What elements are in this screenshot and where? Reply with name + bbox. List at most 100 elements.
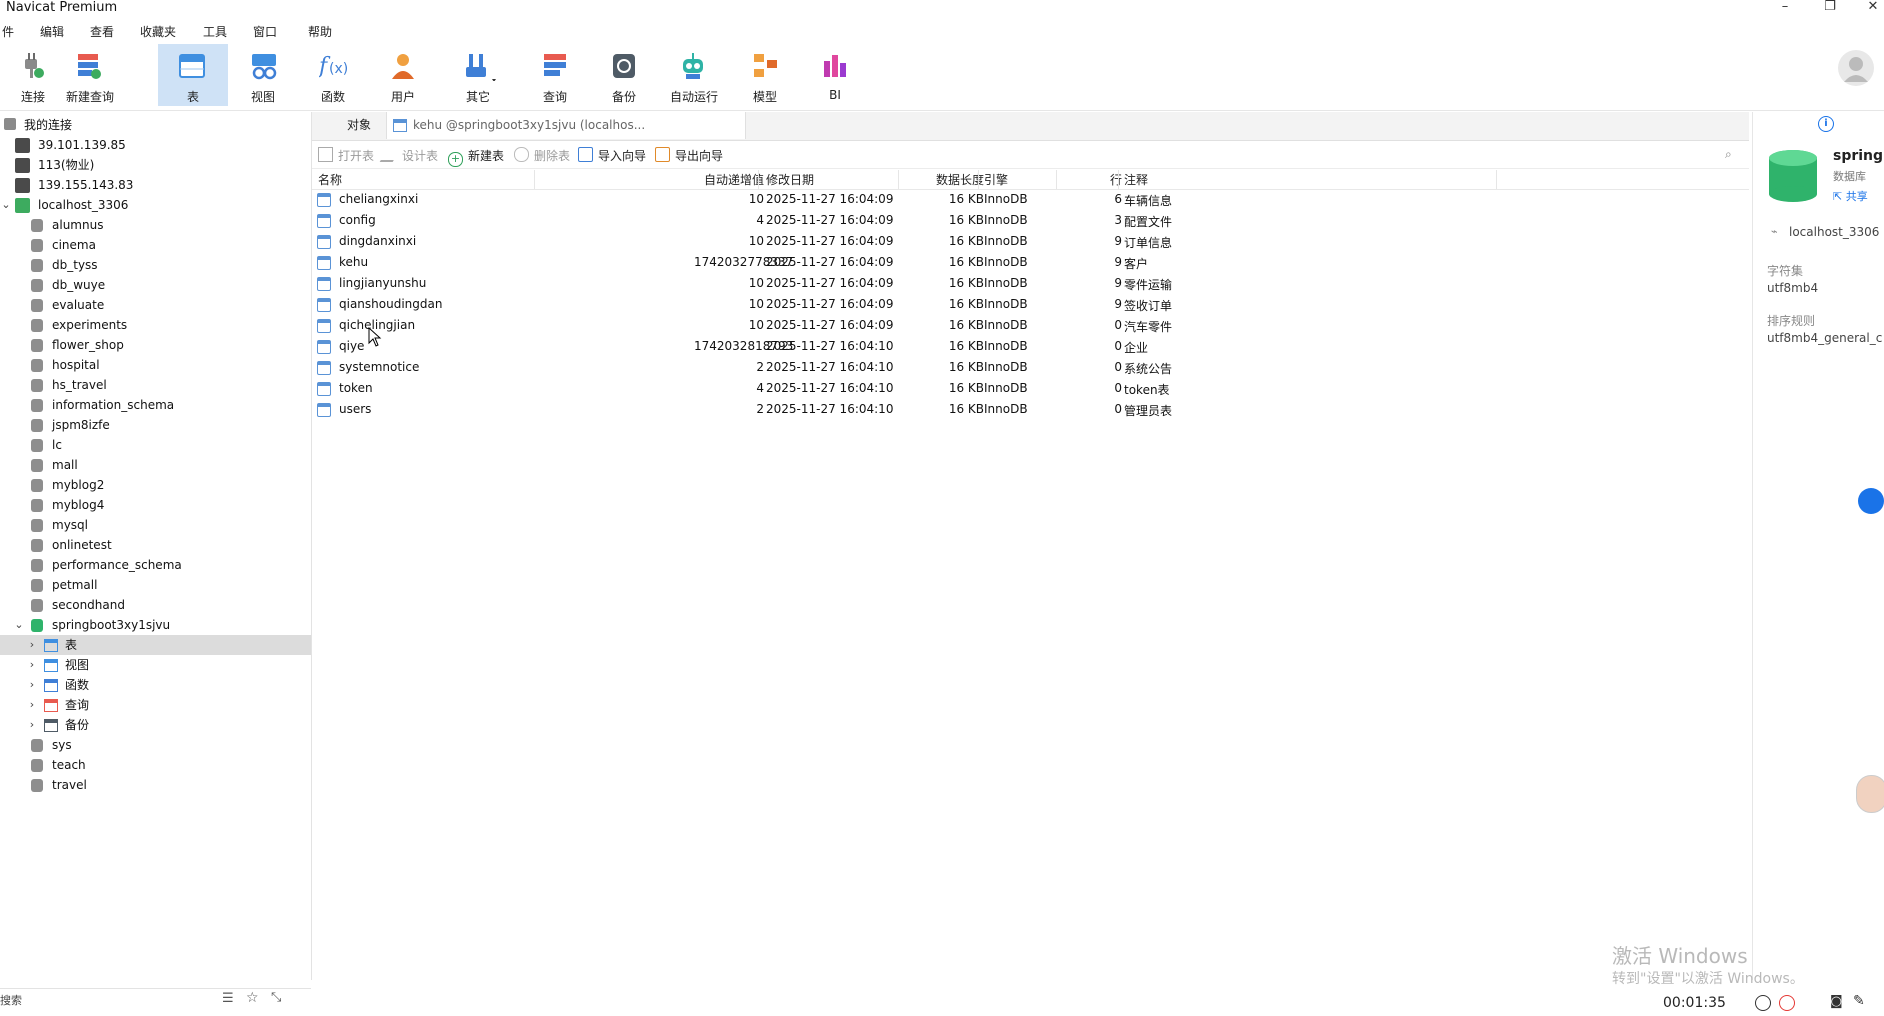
tree-database[interactable]: mysql [0,515,311,535]
tree-database[interactable]: secondhand [0,595,311,615]
toolbar-function-button[interactable]: f (x) 函数 [300,44,366,106]
toolbar-query-button[interactable]: 查询 [522,44,588,106]
info-icon[interactable]: i [1818,116,1834,132]
tree-database[interactable]: myblog4 [0,495,311,515]
col-comment[interactable]: 注释 [1124,171,1148,188]
chevron-right-icon[interactable]: › [26,655,38,675]
tree-connection[interactable]: 113(物业) [0,155,311,175]
menu-edit[interactable]: 编辑 [40,23,64,40]
tree-database[interactable]: hs_travel [0,375,311,395]
tab-kehu-table[interactable]: kehu @springboot3xy1sjvu (localhos... [386,112,746,139]
col-name[interactable]: 名称 [318,171,342,188]
menu-view[interactable]: 查看 [90,23,114,40]
menu-tools[interactable]: 工具 [203,23,227,40]
menu-window[interactable]: 窗口 [253,23,277,40]
chevron-right-icon[interactable]: › [26,635,38,655]
tree-database[interactable]: experiments [0,315,311,335]
toolbar-new-query-button[interactable]: 新建查询 [56,44,124,106]
tab-objects[interactable]: 对象 [324,112,394,139]
chevron-down-icon[interactable]: ⌄ [0,195,12,215]
tree-database[interactable]: evaluate [0,295,311,315]
tree-connection[interactable]: 139.155.143.83 [0,175,311,195]
tree-database[interactable]: mall [0,455,311,475]
tree-database[interactable]: teach [0,755,311,775]
table-row[interactable]: qiye 1742032818793 2025-11-27 16:04:10 16 K… [312,337,1749,358]
import-wizard-button[interactable]: 导入向导 [578,147,646,164]
tree-object-group[interactable]: › 函数 [0,675,311,695]
tree-database[interactable]: ⌄ springboot3xy1sjvu [0,615,311,635]
toolbar-automation-button[interactable]: 自动运行 [660,44,728,106]
toolbar-model-button[interactable]: 模型 [732,44,798,106]
tree-object-group[interactable]: › 查询 [0,695,311,715]
table-row[interactable]: cheliangxinxi 10 2025-11-27 16:04:09 16 KB I… [312,190,1749,211]
collapse-icon[interactable]: ⤡ [271,990,281,1005]
design-table-button[interactable]: 设计表 [379,147,438,164]
close-button[interactable]: ✕ [1858,0,1884,14]
tree-connection[interactable]: 39.101.139.85 [0,135,311,155]
table-row[interactable]: lingjianyunshu 10 2025-11-27 16:04:09 16 KB… [312,274,1749,295]
toolbar-table-button[interactable]: 表 [158,44,228,106]
filter-icon[interactable]: ☰ [222,991,234,1006]
tree-database[interactable]: myblog2 [0,475,311,495]
col-modified[interactable]: 修改日期 [766,171,814,188]
table-row[interactable]: qianshoudingdan 10 2025-11-27 16:04:09 16 K… [312,295,1749,316]
assistant-avatar-icon[interactable] [1856,775,1884,813]
table-row[interactable]: dingdanxinxi 10 2025-11-27 16:04:09 16 KB In… [312,232,1749,253]
export-wizard-button[interactable]: 导出向导 [655,147,723,164]
tree-database[interactable]: flower_shop [0,335,311,355]
pen-icon[interactable]: ✎ [1853,993,1865,1009]
tree-database[interactable]: petmall [0,575,311,595]
new-table-button[interactable]: + 新建表 [448,147,504,167]
tree-database[interactable]: cinema [0,235,311,255]
tree-database[interactable]: db_tyss [0,255,311,275]
tree-object-group[interactable]: › 表 [0,635,311,655]
tree-database[interactable]: sys [0,735,311,755]
chevron-right-icon[interactable]: › [26,695,38,715]
delete-table-button[interactable]: 删除表 [514,147,570,164]
restore-button[interactable]: ❐ [1815,0,1845,14]
chevron-down-icon[interactable]: ⌄ [13,615,25,635]
toolbar-user-button[interactable]: 用户 [370,44,436,106]
menu-favorites[interactable]: 收藏夹 [140,23,176,40]
col-rows[interactable]: 行 [1072,171,1122,188]
camera-icon[interactable]: ◙ [1830,994,1843,1009]
star-icon[interactable]: ☆ [246,990,259,1006]
pause-icon[interactable] [1755,995,1771,1011]
toolbar-other-button[interactable]: 其它 [445,44,511,106]
minimize-button[interactable]: – [1770,0,1800,14]
open-table-button[interactable]: 打开表 [318,147,374,164]
table-row[interactable]: qichelingjian 10 2025-11-27 16:04:09 16 KB I… [312,316,1749,337]
menu-file[interactable]: 件 [2,23,14,40]
tree-object-group[interactable]: › 视图 [0,655,311,675]
stop-record-icon[interactable] [1779,995,1795,1011]
tree-search-input[interactable]: 搜索 [0,992,22,1008]
table-row[interactable]: token 4 2025-11-27 16:04:10 16 KB InnoDB 0 tok… [312,379,1749,400]
search-icon[interactable]: ⌕ [1725,147,1732,162]
col-engine[interactable]: 引擎 [984,171,1008,188]
col-auto-increment[interactable]: 自动递增值 [694,171,764,188]
toolbar-bi-button[interactable]: BI [802,44,868,106]
tree-database[interactable]: information_schema [0,395,311,415]
share-link[interactable]: ⇱ 共享 [1833,188,1868,204]
tree-database[interactable]: hospital [0,355,311,375]
tree-database[interactable]: db_wuye [0,275,311,295]
chevron-right-icon[interactable]: › [26,715,38,735]
tree-database[interactable]: lc [0,435,311,455]
account-avatar[interactable] [1838,50,1874,86]
chevron-right-icon[interactable]: › [26,675,38,695]
tree-object-group[interactable]: › 备份 [0,715,311,735]
tree-database[interactable]: alumnus [0,215,311,235]
tree-database[interactable]: jspm8izfe [0,415,311,435]
toolbar-view-button[interactable]: 视图 [230,44,296,106]
tree-database[interactable]: travel [0,775,311,795]
tree-database[interactable]: onlinetest [0,535,311,555]
menu-help[interactable]: 帮助 [308,23,332,40]
table-row[interactable]: systemnotice 2 2025-11-27 16:04:10 16 KB Inn… [312,358,1749,379]
toolbar-backup-button[interactable]: 备份 [591,44,657,106]
table-row[interactable]: config 4 2025-11-27 16:04:09 16 KB InnoDB 3 配置… [312,211,1749,232]
table-row[interactable]: users 2 2025-11-27 16:04:10 16 KB InnoDB 0 管理员… [312,400,1749,421]
tree-database[interactable]: performance_schema [0,555,311,575]
tree-connection[interactable]: ⌄ localhost_3306 [0,195,311,215]
table-row[interactable]: kehu 1742032778337 2025-11-27 16:04:09 16 K… [312,253,1749,274]
col-data-length[interactable]: 数据长度 [916,171,984,188]
